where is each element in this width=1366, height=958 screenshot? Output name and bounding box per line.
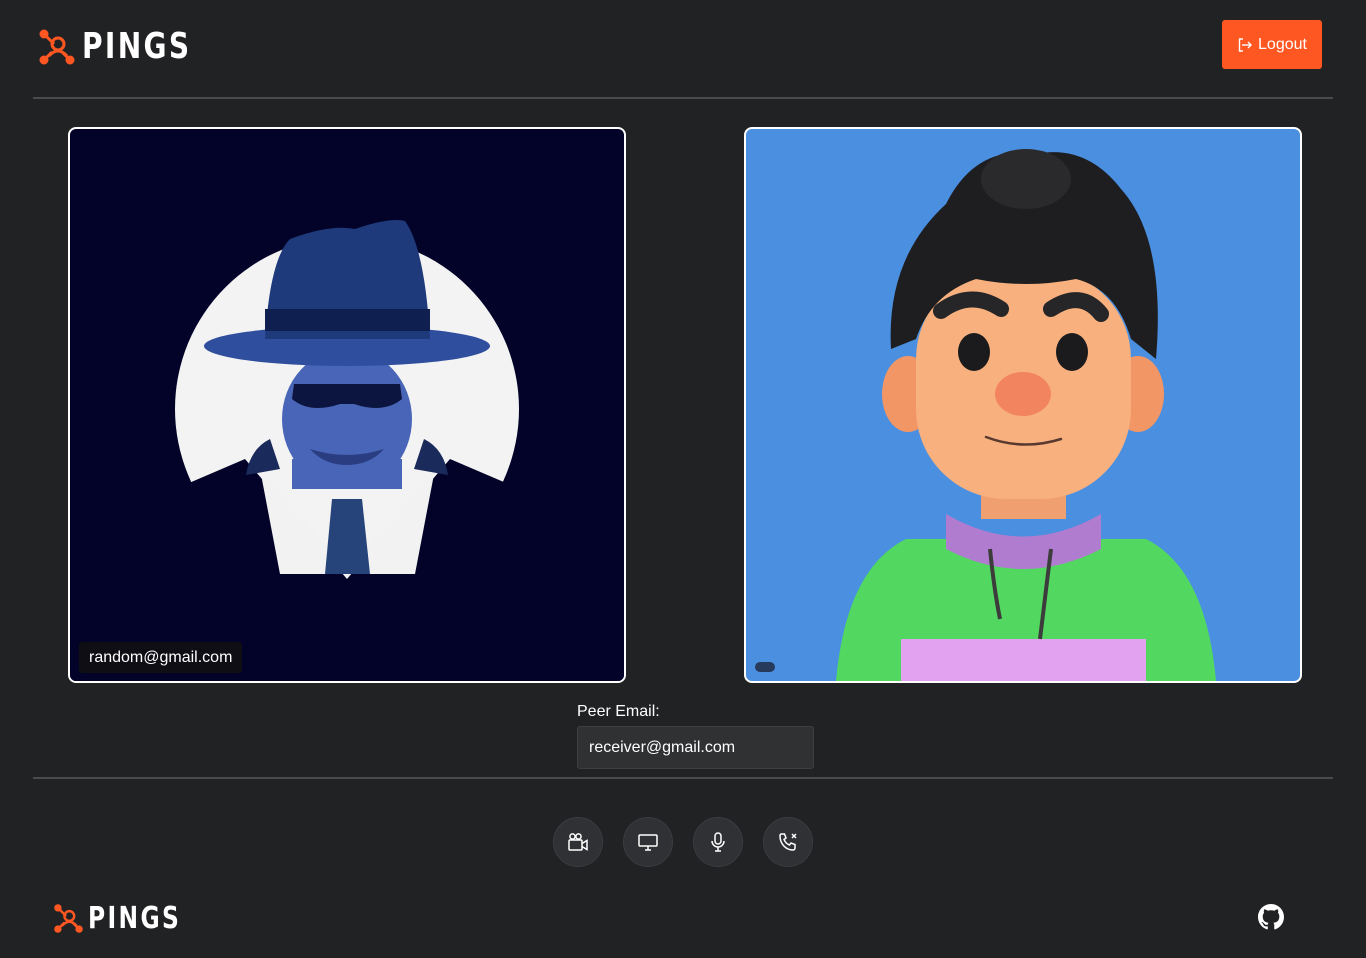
logout-icon <box>1238 37 1253 52</box>
local-email-label: random@gmail.com <box>79 642 243 673</box>
local-video: random@gmail.com <box>68 127 626 683</box>
end-call-icon <box>779 833 797 851</box>
end-call-button[interactable] <box>763 817 813 867</box>
remote-email-label <box>755 662 775 672</box>
microphone-toggle-button[interactable] <box>693 817 743 867</box>
footer-brand-logo[interactable]: PINGS <box>53 901 208 936</box>
github-icon[interactable] <box>1258 904 1284 930</box>
peer-email-label: Peer Email: <box>577 703 660 720</box>
microphone-icon <box>711 832 725 852</box>
pings-logo-icon <box>54 904 83 933</box>
screen-share-icon <box>638 834 658 851</box>
brand-name: PINGS <box>82 26 192 67</box>
logout-label: Logout <box>1258 35 1307 53</box>
call-controls <box>553 817 813 867</box>
divider <box>33 777 1333 779</box>
spy-avatar-image <box>70 220 624 681</box>
remote-video <box>744 127 1302 683</box>
peer-email-input[interactable] <box>577 726 814 769</box>
footer-brand-name: PINGS <box>88 901 182 936</box>
pings-logo-icon <box>39 29 75 64</box>
camera-icon <box>568 833 588 851</box>
header: PINGS Logout <box>33 0 1333 99</box>
brand-logo[interactable]: PINGS <box>38 26 222 67</box>
logout-button[interactable]: Logout <box>1222 20 1322 69</box>
avatar-3d-image <box>836 149 1216 681</box>
screen-share-button[interactable] <box>623 817 673 867</box>
camera-toggle-button[interactable] <box>553 817 603 867</box>
